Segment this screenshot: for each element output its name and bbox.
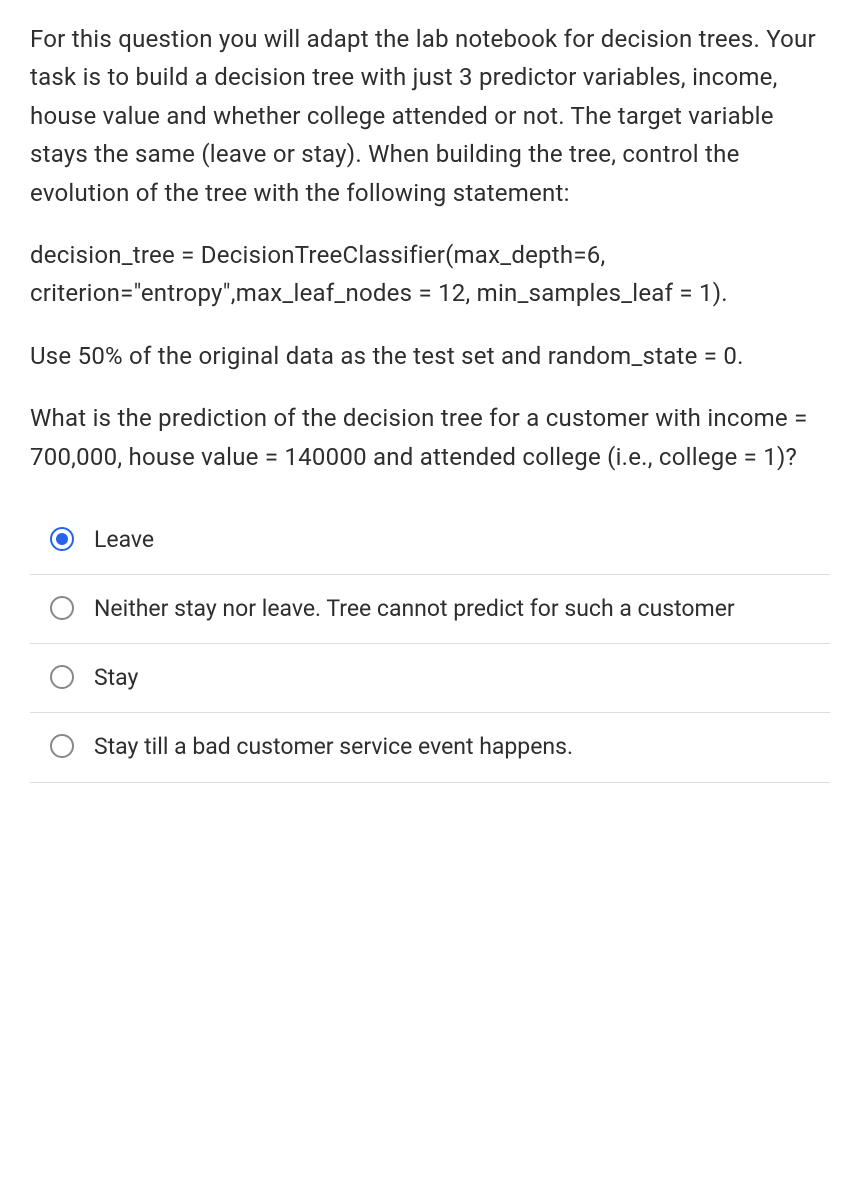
option-label: Neither stay nor leave. Tree cannot pred…: [94, 593, 820, 625]
options-list: Leave Neither stay nor leave. Tree canno…: [30, 506, 830, 783]
question-paragraph-2: decision_tree = DecisionTreeClassifier(m…: [30, 236, 830, 313]
radio-icon[interactable]: [50, 734, 74, 758]
option-label: Stay till a bad customer service event h…: [94, 731, 820, 763]
option-label: Leave: [94, 524, 820, 556]
question-paragraph-4: What is the prediction of the decision t…: [30, 399, 830, 476]
option-row[interactable]: Neither stay nor leave. Tree cannot pred…: [30, 575, 830, 644]
radio-icon[interactable]: [50, 527, 74, 551]
radio-icon[interactable]: [50, 596, 74, 620]
option-row[interactable]: Leave: [30, 506, 830, 575]
question-stem: For this question you will adapt the lab…: [30, 20, 830, 476]
radio-icon[interactable]: [50, 665, 74, 689]
option-row[interactable]: Stay: [30, 644, 830, 713]
option-row[interactable]: Stay till a bad customer service event h…: [30, 713, 830, 782]
question-paragraph-1: For this question you will adapt the lab…: [30, 20, 830, 212]
question-paragraph-3: Use 50% of the original data as the test…: [30, 337, 830, 375]
option-label: Stay: [94, 662, 820, 694]
